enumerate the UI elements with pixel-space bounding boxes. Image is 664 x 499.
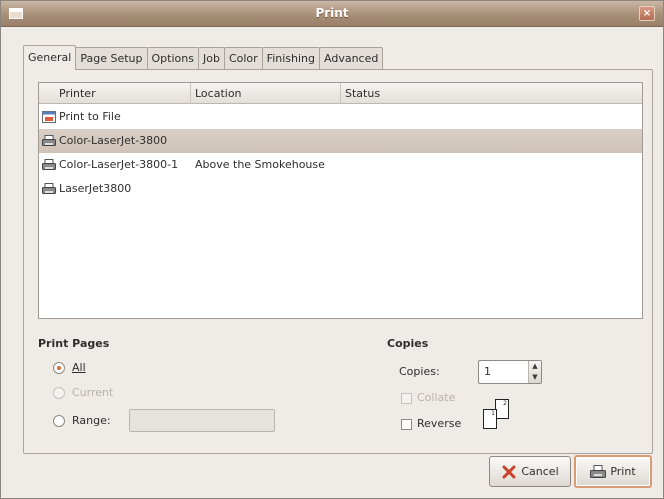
column-location-label: Location [195,87,242,100]
tab-bar: General Page Setup Options Job Color Fin… [23,45,384,70]
page-range-input[interactable] [129,409,275,432]
decrement-icon[interactable]: ▼ [530,372,540,382]
collate-preview-icon: 2 1 [481,397,513,431]
printer-list[interactable]: Printer Location Status Print to File Co… [38,82,643,319]
copies-label: Copies: [399,365,440,378]
printer-name: Print to File [59,110,121,123]
printer-row-color-laserjet-3800[interactable]: Color-LaserJet-3800 [39,129,642,153]
printer-name: Color-LaserJet-3800 [59,134,168,147]
printer-icon [42,135,56,146]
printer-name: Color-LaserJet-3800-1 [59,158,179,171]
tab-page-setup[interactable]: Page Setup [75,47,148,69]
close-icon[interactable]: × [639,6,655,21]
printer-location: Above the Smokehouse [195,158,325,171]
tab-general[interactable]: General [23,45,77,70]
reverse-checkbox[interactable] [401,419,412,430]
file-icon [42,111,56,123]
print-dialog: Print × General Page Setup Options Job C… [0,0,664,499]
window-title: Print [315,6,349,20]
printer-row-color-laserjet-3800-1[interactable]: Color-LaserJet-3800-1 Above the Smokehou… [39,153,642,177]
current-page-label: Current [72,386,114,399]
title-bar[interactable]: Print × [1,1,663,27]
copies-spinbutton[interactable]: 1 ▲ ▼ [478,360,542,384]
radio-current-page[interactable] [53,387,65,399]
cancel-icon [502,465,516,478]
tab-finishing[interactable]: Finishing [261,47,320,69]
print-pages-heading: Print Pages [38,337,110,350]
column-header-status[interactable]: Status [341,83,642,104]
column-header-printer[interactable]: Printer [39,83,191,104]
page-range-label: Range: [72,414,111,427]
column-printer-label: Printer [59,87,96,100]
increment-icon[interactable]: ▲ [530,361,540,371]
printer-icon [42,183,56,194]
print-label: Print [610,465,636,478]
copies-heading: Copies [387,337,429,350]
printer-name: LaserJet3800 [59,182,132,195]
tab-advanced[interactable]: Advanced [319,47,384,69]
cancel-label: Cancel [521,465,559,478]
collate-label: Collate [417,391,456,404]
print-button[interactable]: Print [574,455,652,488]
printer-icon [590,464,607,478]
copies-value: 1 [484,365,491,378]
all-pages-label: All [72,361,86,374]
printer-icon [42,159,56,170]
tab-color[interactable]: Color [223,47,263,69]
radio-all-pages[interactable] [53,362,65,374]
tab-job[interactable]: Job [197,47,225,69]
cancel-button[interactable]: Cancel [489,456,571,487]
printer-row-print-to-file[interactable]: Print to File [39,105,642,129]
printer-row-laserjet3800[interactable]: LaserJet3800 [39,177,642,201]
radio-page-range[interactable] [53,415,65,427]
printer-list-header: Printer Location Status [39,83,642,104]
spin-buttons: ▲ ▼ [528,361,541,383]
collate-checkbox[interactable] [401,393,412,404]
tab-options[interactable]: Options [146,47,199,69]
reverse-label: Reverse [417,417,462,430]
column-header-location[interactable]: Location [191,83,341,104]
column-status-label: Status [345,87,381,100]
